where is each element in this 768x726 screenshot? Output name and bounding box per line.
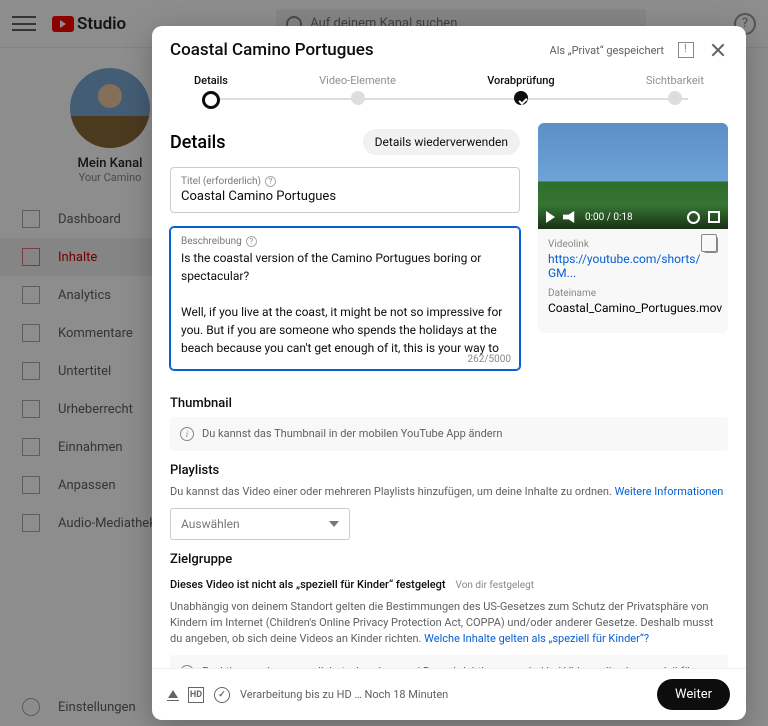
videolink[interactable]: https://youtube.com/shorts/GM... bbox=[548, 252, 718, 280]
chevron-down-icon bbox=[329, 521, 339, 527]
help-icon[interactable]: ? bbox=[265, 176, 276, 187]
next-button[interactable]: Weiter bbox=[657, 679, 730, 710]
upload-modal: Coastal Camino Portugues Als „Privat“ ge… bbox=[152, 26, 746, 720]
reuse-details-button[interactable]: Details wiederverwenden bbox=[363, 129, 520, 155]
preview-video[interactable]: 0:00 / 0:18 bbox=[538, 123, 728, 229]
audience-status: Dieses Video ist nicht als „speziell für… bbox=[170, 578, 446, 591]
stepper: Details Video-Elemente Vorabprüfung Sich… bbox=[152, 68, 746, 119]
step-checks[interactable]: Vorabprüfung bbox=[487, 74, 554, 109]
audience-link[interactable]: Welche Inhalte gelten als „speziell für … bbox=[424, 632, 649, 645]
description-textarea[interactable] bbox=[181, 249, 509, 357]
videolink-label: Videolink bbox=[548, 239, 718, 250]
step-visibility[interactable]: Sichtbarkeit bbox=[646, 74, 704, 109]
video-preview: 0:00 / 0:18 Videolink https://youtube.co… bbox=[538, 123, 728, 333]
audience-explain: Unabhängig von deinem Standort gelten di… bbox=[170, 599, 728, 647]
description-field[interactable]: Beschreibung? 262/5000 bbox=[170, 227, 520, 370]
save-status: Als „Privat“ gespeichert bbox=[550, 44, 664, 57]
check-icon: ✓ bbox=[214, 687, 230, 703]
thumbnail-note: iDu kannst das Thumbnail in der mobilen … bbox=[170, 417, 728, 451]
playlists-heading: Playlists bbox=[170, 463, 728, 478]
thumbnail-heading: Thumbnail bbox=[170, 396, 728, 411]
close-icon[interactable] bbox=[708, 40, 728, 60]
title-field[interactable]: Titel (erforderlich)? Coastal Camino Por… bbox=[170, 167, 520, 213]
playlist-select[interactable]: Auswählen bbox=[170, 508, 350, 540]
filename-label: Dateiname bbox=[548, 288, 718, 299]
fullscreen-icon[interactable] bbox=[708, 211, 720, 223]
audience-heading: Zielgruppe bbox=[170, 552, 728, 567]
copy-icon[interactable] bbox=[704, 237, 718, 253]
char-counter: 262/5000 bbox=[468, 354, 511, 365]
playlists-more-link[interactable]: Weitere Informationen bbox=[615, 485, 724, 498]
playlists-help: Du kannst das Video einer oder mehreren … bbox=[170, 484, 728, 500]
upload-icon bbox=[168, 690, 178, 700]
step-elements[interactable]: Video-Elemente bbox=[319, 74, 396, 109]
modal-title: Coastal Camino Portugues bbox=[170, 40, 374, 60]
play-icon[interactable] bbox=[546, 211, 555, 223]
info-icon: i bbox=[180, 427, 194, 441]
help-icon[interactable]: ? bbox=[246, 236, 257, 247]
processing-status: Verarbeitung bis zu HD … Noch 18 Minuten bbox=[240, 688, 448, 701]
step-details[interactable]: Details bbox=[194, 74, 228, 109]
feedback-icon[interactable]: ! bbox=[678, 42, 694, 58]
audience-warning: iFunktionen wie personalisierte Anzeigen… bbox=[170, 655, 728, 668]
audience-by: Von dir festgelegt bbox=[456, 580, 534, 591]
settings-icon[interactable] bbox=[687, 211, 700, 224]
hd-badge: HD bbox=[188, 687, 204, 703]
video-time: 0:00 / 0:18 bbox=[585, 212, 633, 223]
title-value: Coastal Camino Portugues bbox=[181, 189, 509, 204]
volume-icon[interactable] bbox=[563, 211, 577, 223]
filename: Coastal_Camino_Portugues.mov bbox=[548, 301, 718, 315]
details-heading: Details bbox=[170, 132, 226, 153]
